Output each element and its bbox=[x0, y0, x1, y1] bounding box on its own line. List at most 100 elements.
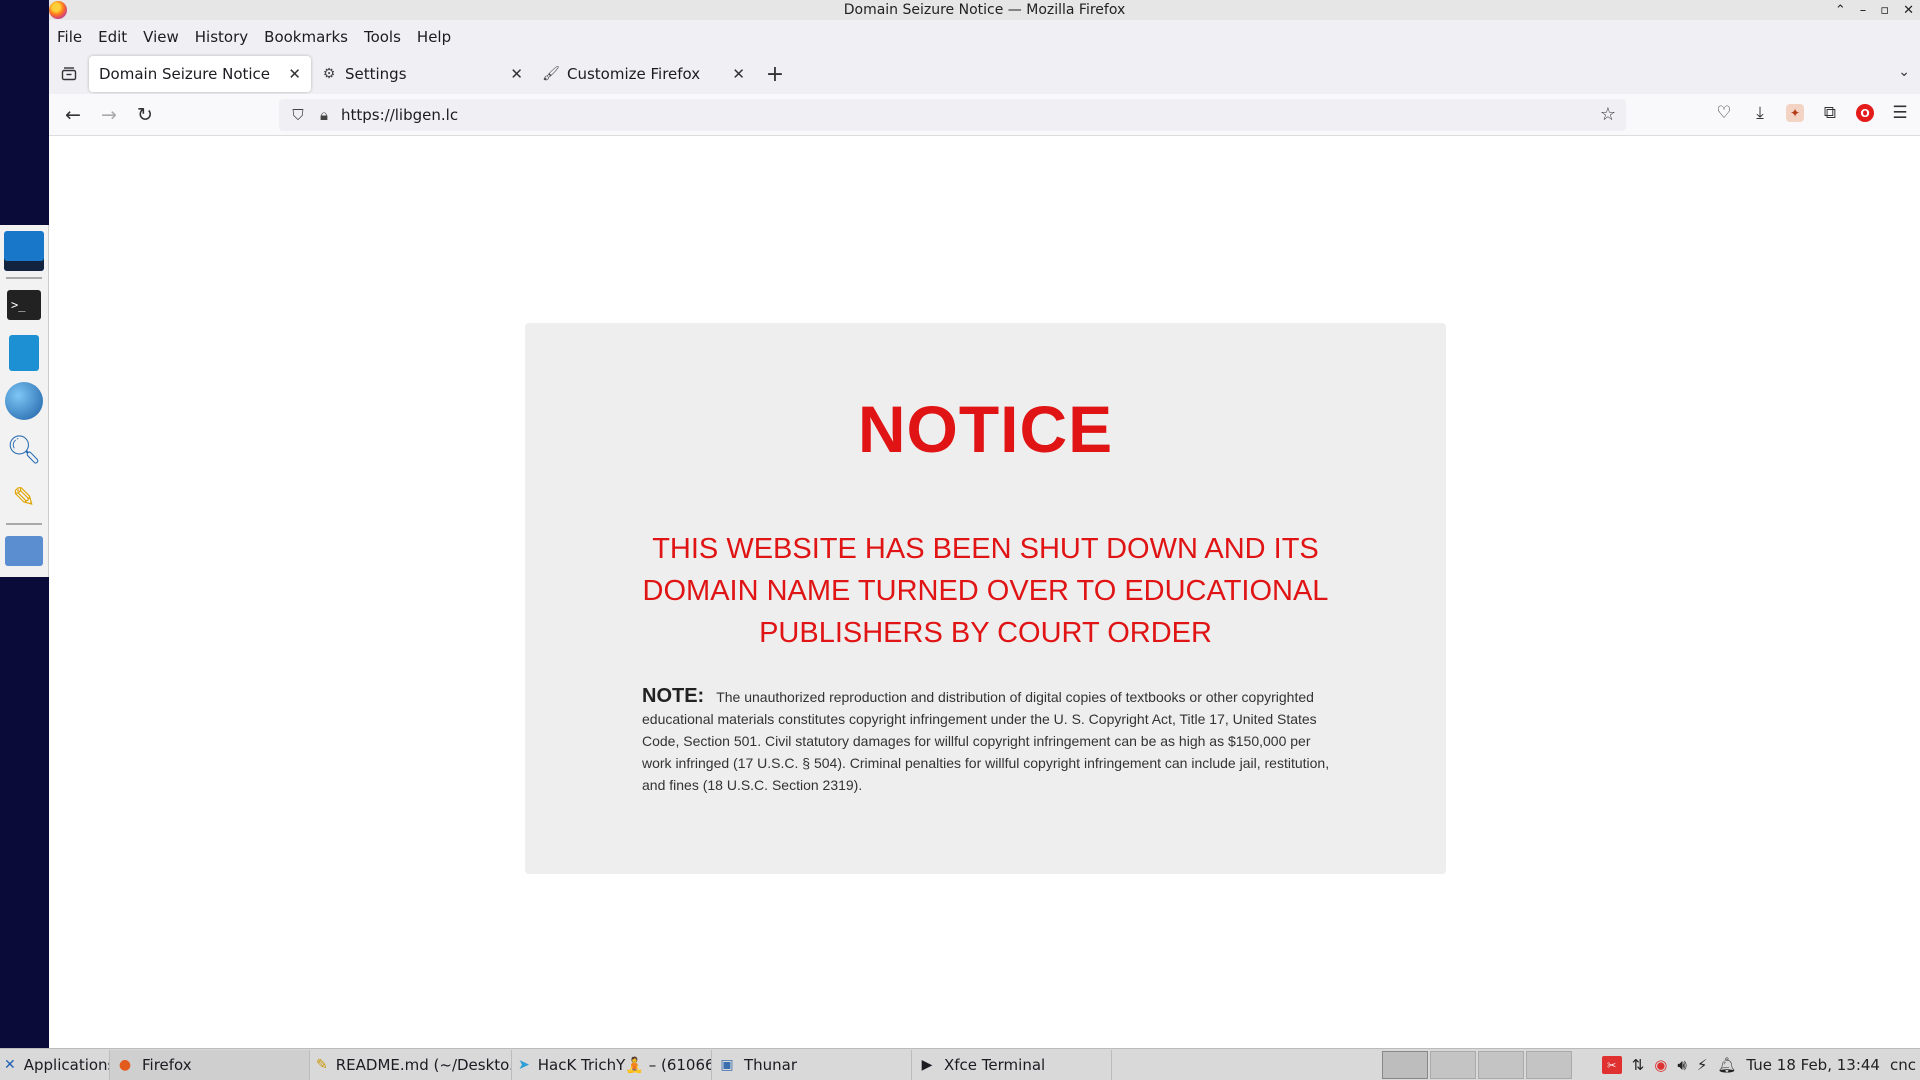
taskbar-item-label: README.md (~/Deskto... bbox=[335, 1055, 512, 1074]
menu-tools[interactable]: Tools bbox=[364, 28, 401, 46]
tab-label: Settings bbox=[345, 65, 407, 83]
taskbar-item-label: Thunar bbox=[744, 1055, 798, 1074]
dock-separator bbox=[6, 523, 42, 525]
taskbar-item-firefox[interactable]: ● Firefox bbox=[110, 1049, 310, 1080]
applications-menu-button[interactable]: ✕ Applications bbox=[0, 1049, 110, 1080]
workspace-1[interactable] bbox=[1382, 1050, 1428, 1079]
menu-bookmarks[interactable]: Bookmarks bbox=[264, 28, 348, 46]
toolbar-icons: ♡ ⤓ ✦ ⧉ O ☰ bbox=[1714, 102, 1910, 124]
tab-settings[interactable]: ⚙ Settings ✕ bbox=[311, 56, 533, 92]
xfce-logo-icon: ✕ bbox=[4, 1056, 16, 1073]
lock-icon[interactable]: 🔒︎ bbox=[315, 106, 333, 124]
dock-separator bbox=[6, 277, 42, 279]
taskbar-item-label: Firefox bbox=[142, 1055, 192, 1074]
menu-view[interactable]: View bbox=[143, 28, 179, 46]
close-icon[interactable]: ✕ bbox=[732, 65, 745, 83]
globe-icon bbox=[5, 382, 43, 420]
applications-label: Applications bbox=[23, 1055, 110, 1074]
network-icon[interactable]: ⇅ bbox=[1632, 1056, 1645, 1074]
window-titlebar: Domain Seizure Notice — Mozilla Firefox … bbox=[49, 0, 1920, 20]
clock[interactable]: Tue 18 Feb, 13:44 bbox=[1746, 1056, 1880, 1074]
hamburger-menu-icon[interactable]: ☰ bbox=[1890, 102, 1910, 124]
workspace-switcher bbox=[1382, 1050, 1574, 1079]
update-icon[interactable]: ◉ bbox=[1654, 1056, 1667, 1074]
new-tab-button[interactable]: + bbox=[755, 56, 795, 92]
text-editor-icon: ✎ bbox=[316, 1056, 328, 1073]
notice-box: NOTICE THIS WEBSITE HAS BEEN SHUT DOWN A… bbox=[525, 323, 1446, 874]
magnifier-icon: 🔍︎ bbox=[6, 432, 42, 466]
window-title: Domain Seizure Notice — Mozilla Firefox bbox=[843, 2, 1126, 18]
tab-manager-button[interactable] bbox=[49, 54, 89, 94]
window-maximize-button[interactable]: ▫ bbox=[1880, 3, 1889, 18]
navigation-bar: ← → ↻ ⛉ 🔒︎ https://libgen.lc ☆ ♡ ⤓ ✦ ⧉ O… bbox=[49, 94, 1920, 136]
firefox-icon: ● bbox=[118, 1056, 132, 1073]
url-bar[interactable]: ⛉ 🔒︎ https://libgen.lc ☆ bbox=[279, 99, 1626, 131]
web-browser-launcher[interactable] bbox=[3, 380, 45, 422]
terminal-icon: ▶ bbox=[921, 1056, 933, 1073]
gear-icon: ⚙ bbox=[322, 66, 336, 82]
workspace-4[interactable] bbox=[1526, 1050, 1572, 1079]
notice-title: NOTICE bbox=[857, 392, 1114, 466]
window-close-button[interactable]: ✕ bbox=[1903, 3, 1914, 18]
menu-history[interactable]: History bbox=[195, 28, 248, 46]
close-icon[interactable]: ✕ bbox=[510, 65, 523, 83]
list-all-tabs-icon[interactable]: ⌄ bbox=[1898, 64, 1910, 80]
taskbar-item-thunar[interactable]: ▣ Thunar bbox=[712, 1049, 912, 1080]
menu-file[interactable]: File bbox=[57, 28, 82, 46]
bookmark-star-icon[interactable]: ☆ bbox=[1600, 104, 1616, 125]
taskbar-item-label: HacK TrichY🧘 – (61066) bbox=[537, 1055, 712, 1074]
ublock-icon[interactable]: O bbox=[1856, 104, 1874, 122]
text-editor-launcher[interactable]: ✎ bbox=[3, 476, 45, 518]
close-icon[interactable]: ✕ bbox=[288, 65, 301, 83]
menu-edit[interactable]: Edit bbox=[98, 28, 127, 46]
pocket-icon[interactable]: ♡ bbox=[1714, 102, 1734, 124]
power-icon[interactable]: ⚡ bbox=[1697, 1056, 1708, 1074]
extensions-puzzle-icon[interactable]: ⧉ bbox=[1820, 102, 1840, 124]
firefox-logo-icon bbox=[49, 1, 67, 19]
tab-bar: Domain Seizure Notice ✕ ⚙ Settings ✕ 🖌 C… bbox=[49, 54, 1920, 94]
note-text: The unauthorized reproduction and distri… bbox=[642, 689, 1330, 793]
window-shade-button[interactable]: ⌃ bbox=[1835, 3, 1846, 18]
taskbar: ✕ Applications ● Firefox ✎ README.md (~/… bbox=[0, 1048, 1920, 1080]
terminal-icon: >_ bbox=[7, 290, 41, 320]
screenshot-tool-icon[interactable]: ✂ bbox=[1601, 1056, 1622, 1074]
note-label: NOTE: bbox=[642, 685, 705, 707]
downloads-icon[interactable]: ⤓ bbox=[1750, 102, 1770, 124]
volume-icon[interactable]: 🔊︎ bbox=[1677, 1056, 1686, 1074]
user-name[interactable]: cnc bbox=[1890, 1056, 1916, 1074]
folder-icon bbox=[5, 536, 43, 566]
system-tray: ✂ ⇅ ◉ 🔊︎ ⚡ 🔔︎ Tue 18 Feb, 13:44 cnc bbox=[1601, 1049, 1920, 1080]
taskbar-item-readme[interactable]: ✎ README.md (~/Deskto... bbox=[310, 1049, 512, 1080]
workspace-3[interactable] bbox=[1478, 1050, 1524, 1079]
reload-button[interactable]: ↻ bbox=[127, 99, 163, 131]
window-minimize-button[interactable]: – bbox=[1860, 3, 1867, 18]
desktop-icon bbox=[4, 231, 44, 271]
folder-launcher[interactable] bbox=[3, 530, 45, 572]
taskbar-item-telegram[interactable]: ➤ HacK TrichY🧘 – (61066) bbox=[512, 1049, 712, 1080]
tab-customize-firefox[interactable]: 🖌 Customize Firefox ✕ bbox=[533, 56, 755, 92]
search-launcher[interactable]: 🔍︎ bbox=[3, 428, 45, 470]
tracking-shield-icon[interactable]: ⛉ bbox=[289, 106, 307, 124]
notification-bell-icon[interactable]: 🔔︎ bbox=[1717, 1056, 1736, 1074]
url-text[interactable]: https://libgen.lc bbox=[341, 106, 458, 124]
back-button[interactable]: ← bbox=[55, 99, 91, 131]
file-cabinet-icon bbox=[9, 335, 39, 371]
paintbrush-icon: 🖌 bbox=[542, 66, 560, 82]
menu-help[interactable]: Help bbox=[417, 28, 451, 46]
window-controls: ⌃ – ▫ ✕ bbox=[1835, 0, 1914, 20]
forward-button[interactable]: → bbox=[91, 99, 127, 131]
page-content: NOTICE THIS WEBSITE HAS BEEN SHUT DOWN A… bbox=[49, 136, 1920, 1048]
notice-note: NOTE: The unauthorized reproduction and d… bbox=[642, 685, 1332, 796]
taskbar-item-label: Xfce Terminal bbox=[944, 1055, 1046, 1074]
extension-icon[interactable]: ✦ bbox=[1786, 104, 1804, 122]
desktop-launcher[interactable] bbox=[3, 230, 45, 272]
taskbar-item-terminal[interactable]: ▶ Xfce Terminal bbox=[912, 1049, 1112, 1080]
pencil-icon: ✎ bbox=[12, 480, 36, 514]
tab-domain-seizure-notice[interactable]: Domain Seizure Notice ✕ bbox=[89, 56, 311, 92]
file-manager-launcher[interactable] bbox=[3, 332, 45, 374]
telegram-icon: ➤ bbox=[518, 1056, 530, 1073]
menu-bar: File Edit View History Bookmarks Tools H… bbox=[49, 20, 1920, 54]
tab-label: Customize Firefox bbox=[567, 65, 701, 83]
terminal-launcher[interactable]: >_ bbox=[3, 284, 45, 326]
workspace-2[interactable] bbox=[1430, 1050, 1476, 1079]
